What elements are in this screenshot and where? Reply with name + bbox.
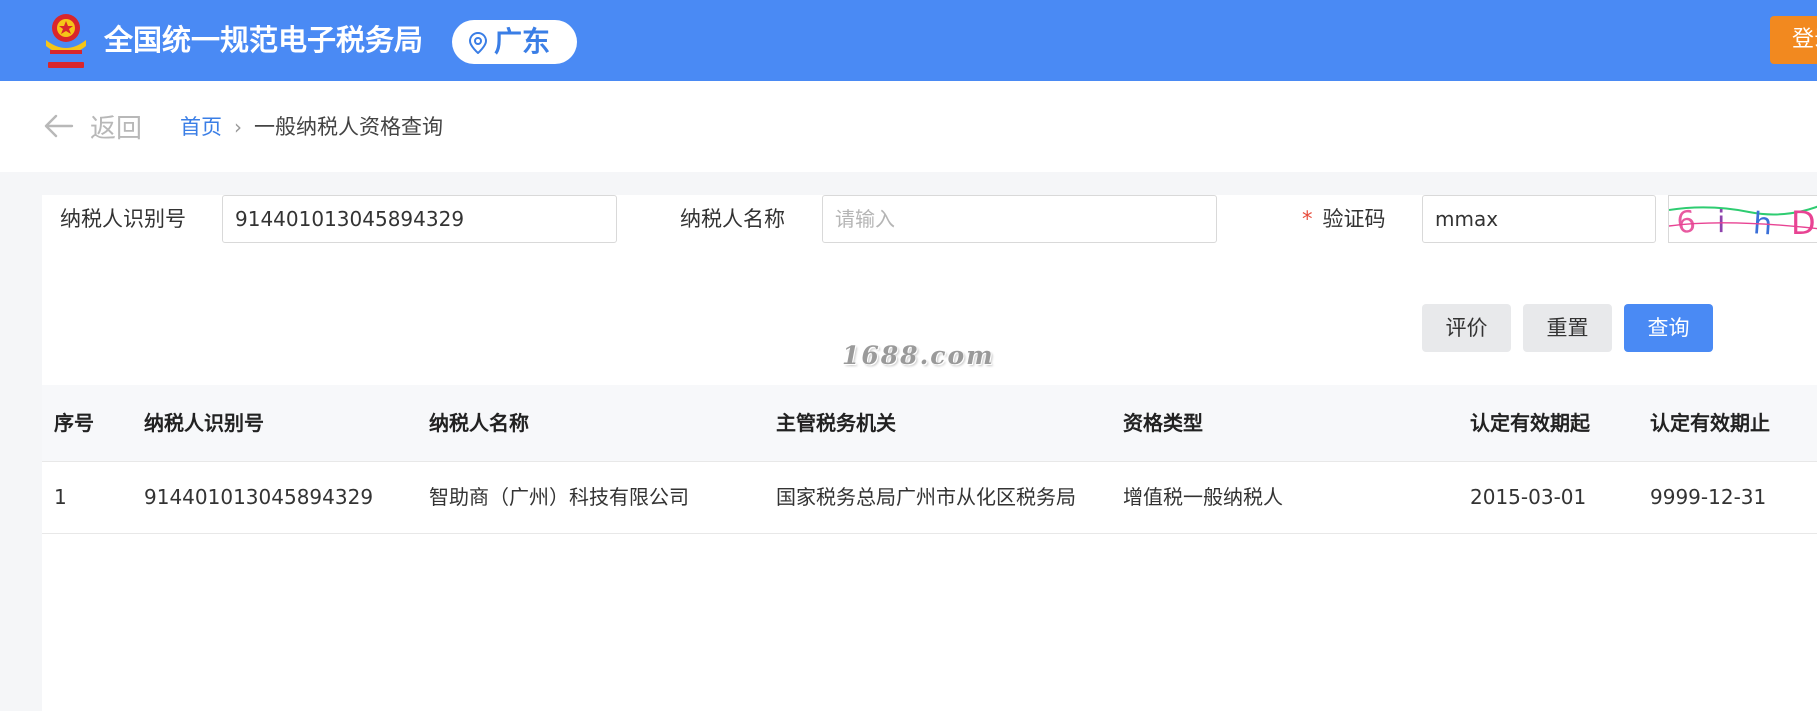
breadcrumb: 首页 › 一般纳税人资格查询	[180, 114, 443, 140]
taxpayer-name-label: 纳税人名称	[680, 207, 785, 231]
location-pin-icon	[468, 32, 488, 54]
column-header-taxpayer-name: 纳税人名称	[429, 411, 529, 435]
svg-text:6: 6	[1675, 204, 1698, 241]
taxpayer-id-input[interactable]	[222, 195, 617, 243]
captcha-image[interactable]: 6 i h D	[1668, 195, 1817, 243]
site-title: 全国统一规范电子税务局	[104, 23, 424, 57]
column-header-taxpayer-id: 纳税人识别号	[144, 411, 264, 435]
breadcrumb-home-link[interactable]: 首页	[180, 114, 222, 140]
column-header-index: 序号	[54, 411, 94, 435]
breadcrumb-bar: 返回 首页 › 一般纳税人资格查询	[0, 81, 1817, 172]
column-header-valid-to: 认定有效期止	[1650, 411, 1770, 435]
column-header-tax-authority: 主管税务机关	[776, 411, 896, 435]
column-header-qualification-type: 资格类型	[1123, 411, 1203, 435]
taxpayer-id-label: 纳税人识别号	[60, 207, 186, 231]
cell-index: 1	[54, 485, 67, 509]
cell-valid-to: 9999-12-31	[1650, 485, 1767, 509]
top-header: 全国统一规范电子税务局 广东 登录	[0, 0, 1817, 81]
svg-text:D: D	[1791, 204, 1816, 242]
back-button[interactable]: 返回	[44, 105, 142, 147]
evaluate-button[interactable]: 评价	[1422, 304, 1511, 352]
arrow-left-icon	[44, 114, 74, 138]
back-label: 返回	[90, 113, 143, 144]
captcha-graphic: 6 i h D	[1669, 204, 1817, 242]
cell-tax-authority: 国家税务总局广州市从化区税务局	[776, 485, 1076, 509]
breadcrumb-separator: ›	[234, 115, 242, 139]
cell-valid-from: 2015-03-01	[1470, 485, 1587, 509]
region-label: 广东	[494, 25, 551, 58]
tax-emblem-icon	[46, 14, 86, 68]
table-row: 1 914401013045894329 智助商（广州）科技有限公司 国家税务总…	[42, 462, 1817, 534]
required-mark: *	[1302, 207, 1313, 231]
watermark-text: 1688.com	[842, 341, 995, 370]
captcha-input[interactable]	[1422, 195, 1656, 243]
region-selector[interactable]: 广东	[452, 20, 577, 64]
captcha-label-wrap: * 验证码	[1302, 195, 1386, 243]
cell-taxpayer-name: 智助商（广州）科技有限公司	[429, 485, 689, 509]
taxpayer-name-input[interactable]	[822, 195, 1217, 243]
reset-button[interactable]: 重置	[1523, 304, 1612, 352]
captcha-label: 验证码	[1322, 207, 1386, 231]
login-button[interactable]: 登录	[1770, 16, 1817, 64]
table-header-row: 序号 纳税人识别号 纳税人名称 主管税务机关 资格类型 认定有效期起 认定有效期…	[42, 385, 1817, 462]
query-button[interactable]: 查询	[1624, 304, 1713, 352]
cell-qualification-type: 增值税一般纳税人	[1123, 485, 1283, 509]
results-table: 序号 纳税人识别号 纳税人名称 主管税务机关 资格类型 认定有效期起 认定有效期…	[42, 385, 1817, 534]
cell-taxpayer-id: 914401013045894329	[144, 485, 374, 509]
breadcrumb-current: 一般纳税人资格查询	[254, 115, 443, 139]
column-header-valid-from: 认定有效期起	[1470, 411, 1590, 435]
query-panel: 纳税人识别号 纳税人名称 * 验证码 6 i h D 评价 重置 查询 1688.…	[42, 195, 1817, 711]
